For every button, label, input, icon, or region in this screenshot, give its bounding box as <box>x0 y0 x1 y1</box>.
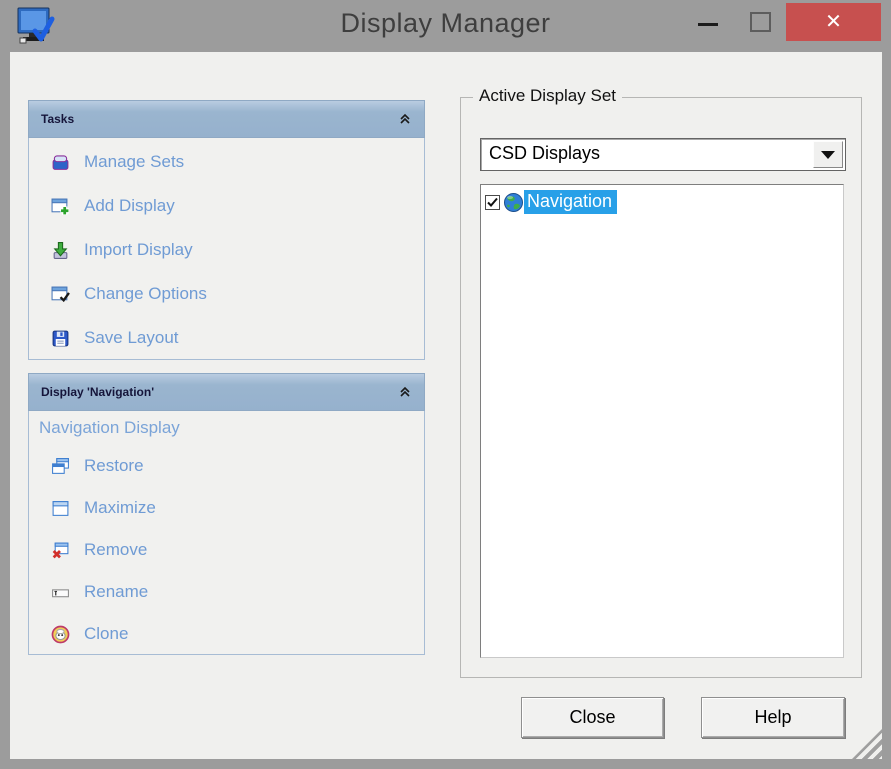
task-clone[interactable]: Clone <box>29 613 424 655</box>
task-label: Save Layout <box>84 328 179 348</box>
display-set-combobox[interactable]: CSD Displays <box>480 138 846 171</box>
task-label: Import Display <box>84 240 193 260</box>
collapse-chevron-icon[interactable] <box>398 386 412 398</box>
group-label: Active Display Set <box>473 86 622 106</box>
chevron-down-icon <box>821 151 835 159</box>
task-label: Maximize <box>84 498 156 518</box>
clone-icon <box>51 625 70 644</box>
task-save-layout[interactable]: Save Layout <box>29 316 424 360</box>
tasks-pane: Tasks Manage Sets <box>28 100 425 360</box>
resize-grip[interactable] <box>852 729 882 759</box>
task-rename[interactable]: Rename <box>29 571 424 613</box>
tasks-pane-title: Tasks <box>41 112 74 126</box>
close-window-button[interactable]: ✕ <box>786 3 881 41</box>
tasks-pane-header[interactable]: Tasks <box>28 100 425 138</box>
combobox-value: CSD Displays <box>489 143 600 164</box>
task-add-display[interactable]: Add Display <box>29 184 424 228</box>
add-display-icon <box>51 197 70 216</box>
task-label: Change Options <box>84 284 207 304</box>
task-change-options[interactable]: Change Options <box>29 272 424 316</box>
list-item[interactable]: Navigation <box>485 190 839 214</box>
task-label: Remove <box>84 540 147 560</box>
task-label: Clone <box>84 624 128 644</box>
item-checkbox[interactable] <box>485 195 500 210</box>
rename-icon <box>51 583 70 602</box>
list-item-label: Navigation <box>524 190 617 214</box>
task-label: Rename <box>84 582 148 602</box>
display-pane-header[interactable]: Display 'Navigation' <box>28 373 425 411</box>
close-button[interactable]: Close <box>521 697 664 738</box>
task-label: Restore <box>84 456 144 476</box>
maximize-button[interactable] <box>750 12 771 32</box>
change-options-icon <box>51 285 70 304</box>
save-layout-icon <box>51 329 70 348</box>
close-icon: ✕ <box>825 11 842 33</box>
tasks-pane-body: Manage Sets Add Display Import Display <box>28 138 425 360</box>
minimize-button[interactable] <box>694 10 722 38</box>
maximize-icon <box>51 499 70 518</box>
import-display-icon <box>51 241 70 260</box>
active-display-set-group: Active Display Set CSD Displays <box>460 97 862 678</box>
task-label: Add Display <box>84 196 175 216</box>
display-listbox[interactable]: Navigation <box>480 184 844 658</box>
display-pane-body: Navigation Display Restore Maximize <box>28 411 425 655</box>
titlebar: Display Manager ✕ <box>0 0 891 52</box>
manage-sets-icon <box>51 153 70 172</box>
globe-icon <box>503 192 524 213</box>
help-button[interactable]: Help <box>701 697 845 738</box>
combobox-dropdown-button[interactable] <box>813 141 843 168</box>
task-label: Manage Sets <box>84 152 184 172</box>
task-manage-sets[interactable]: Manage Sets <box>29 140 424 184</box>
display-pane-subtitle: Navigation Display <box>29 411 424 445</box>
remove-icon <box>51 541 70 560</box>
dialog-body: Tasks Manage Sets <box>10 52 882 759</box>
task-remove[interactable]: Remove <box>29 529 424 571</box>
minimize-icon <box>698 23 718 26</box>
display-pane-title: Display 'Navigation' <box>41 385 154 399</box>
task-maximize[interactable]: Maximize <box>29 487 424 529</box>
checkmark-icon <box>486 196 499 209</box>
task-import-display[interactable]: Import Display <box>29 228 424 272</box>
restore-icon <box>51 457 70 476</box>
task-restore[interactable]: Restore <box>29 445 424 487</box>
display-pane: Display 'Navigation' Navigation Display … <box>28 373 425 655</box>
collapse-chevron-icon[interactable] <box>398 113 412 125</box>
